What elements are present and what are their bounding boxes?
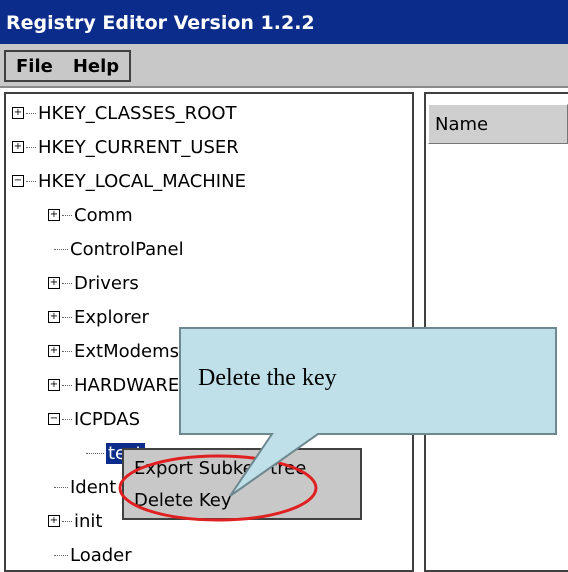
tree-item-explorer[interactable]: + Explorer: [48, 302, 149, 332]
menu-item-export-subkey-tree[interactable]: Export Subkey tree: [134, 458, 306, 479]
expand-icon[interactable]: +: [48, 209, 60, 221]
tree-item-label: ExtModems: [74, 340, 180, 362]
collapse-icon[interactable]: −: [12, 175, 24, 187]
collapse-icon[interactable]: −: [48, 413, 60, 425]
callout-text: Delete the key: [198, 365, 337, 391]
tree-item-hardware[interactable]: + HARDWARE: [48, 370, 179, 400]
tree-item-label: HARDWARE: [74, 374, 180, 396]
expand-icon[interactable]: +: [48, 515, 60, 527]
menu-file[interactable]: File: [6, 56, 63, 77]
window-title: Registry Editor Version 1.2.2: [6, 12, 315, 34]
column-header-name[interactable]: Name: [428, 104, 568, 144]
expand-icon[interactable]: +: [48, 277, 60, 289]
context-menu: Export Subkey tree Delete Key: [122, 448, 362, 520]
expand-icon[interactable]: +: [48, 379, 60, 391]
tree-item-label: Ident: [70, 476, 117, 498]
expand-icon[interactable]: +: [12, 107, 24, 119]
tree-item-label: Explorer: [74, 306, 149, 328]
tree-item-init[interactable]: + init: [48, 506, 102, 536]
tree-item-label: Comm: [74, 204, 133, 226]
tree-item-label: ControlPanel: [70, 238, 184, 260]
tree-item-hkey-classes-root[interactable]: + HKEY_CLASSES_ROOT: [12, 98, 237, 128]
tree-item-label: HKEY_CLASSES_ROOT: [38, 102, 237, 124]
tree-item-icpdas[interactable]: − ICPDAS: [48, 404, 140, 434]
tree-item-label: HKEY_LOCAL_MACHINE: [38, 170, 246, 192]
title-bar: Registry Editor Version 1.2.2: [0, 0, 568, 44]
tree-item-ident[interactable]: Ident: [54, 472, 116, 502]
tree-item-hkey-local-machine[interactable]: − HKEY_LOCAL_MACHINE: [12, 166, 246, 196]
menu-bar: File Help: [0, 44, 568, 88]
menu-help[interactable]: Help: [63, 56, 129, 77]
tree-item-label: HKEY_CURRENT_USER: [38, 136, 239, 158]
tree-item-label: init: [74, 510, 103, 532]
expand-icon[interactable]: +: [48, 345, 60, 357]
tree-item-hkey-current-user[interactable]: + HKEY_CURRENT_USER: [12, 132, 239, 162]
tree-item-loader[interactable]: Loader: [54, 540, 132, 570]
expand-icon[interactable]: +: [12, 141, 24, 153]
tree-item-extmodems[interactable]: + ExtModems: [48, 336, 179, 366]
tree-item-label: ICPDAS: [74, 408, 141, 430]
tree-item-label: Loader: [70, 544, 132, 566]
expand-icon[interactable]: +: [48, 311, 60, 323]
menu-group: File Help: [4, 50, 132, 82]
menu-item-delete-key[interactable]: Delete Key: [134, 490, 232, 511]
tree-item-drivers[interactable]: + Drivers: [48, 268, 139, 298]
tree-item-controlpanel[interactable]: ControlPanel: [54, 234, 184, 264]
tree-item-label: Drivers: [74, 272, 139, 294]
values-list-pane[interactable]: Name: [424, 92, 568, 572]
tree-item-comm[interactable]: + Comm: [48, 200, 133, 230]
